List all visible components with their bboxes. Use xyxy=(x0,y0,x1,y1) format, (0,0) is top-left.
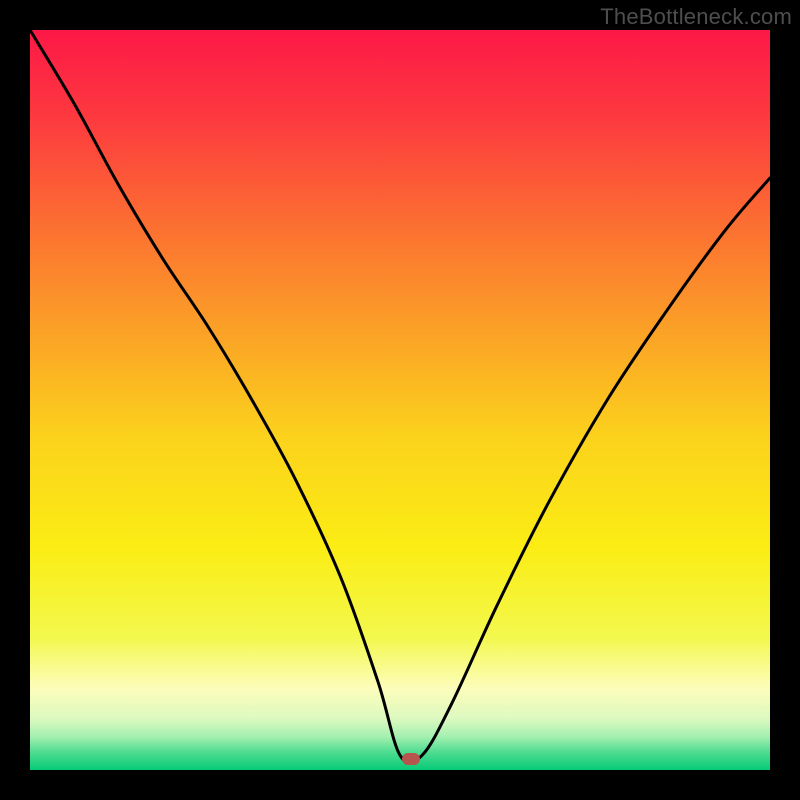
chart-frame: TheBottleneck.com xyxy=(0,0,800,800)
watermark-text: TheBottleneck.com xyxy=(600,4,792,30)
optimal-point-marker xyxy=(402,753,420,765)
bottleneck-curve xyxy=(30,30,770,770)
plot-area xyxy=(30,30,770,770)
